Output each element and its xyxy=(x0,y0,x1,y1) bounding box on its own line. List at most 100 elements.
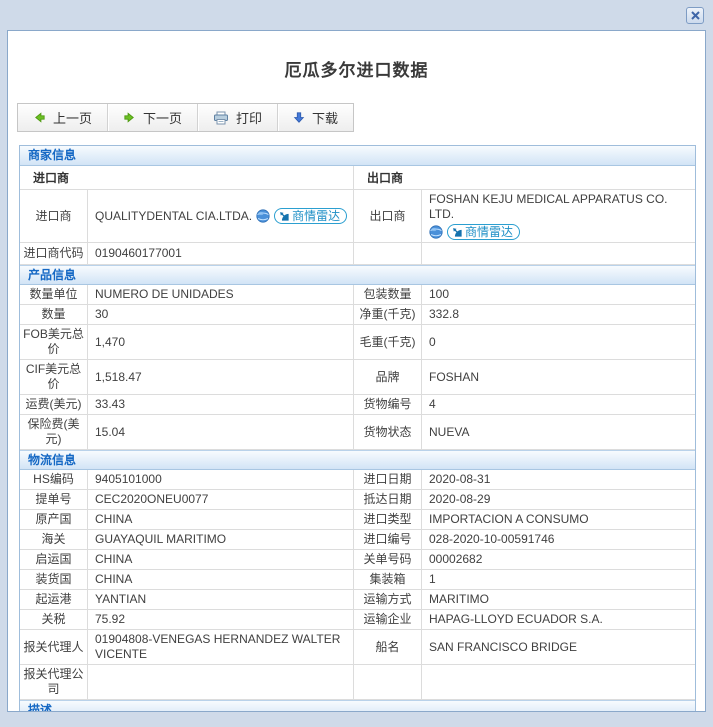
field-label: 提单号 xyxy=(20,490,88,509)
field-value: 1,518.47 xyxy=(88,360,354,394)
field-value: 028-2020-10-00591746 xyxy=(429,532,555,546)
field-label: 货物状态 xyxy=(354,415,422,449)
table-row: 提单号 CEC2020ONEU0077 抵达日期 2020-08-29 xyxy=(20,490,695,510)
field-label: 货物编号 xyxy=(354,395,422,414)
arrow-down-icon xyxy=(293,112,305,123)
field-value: 1,470 xyxy=(88,325,354,359)
field-value: CHINA xyxy=(88,510,354,529)
table-row: 保险费(美元) 15.04 货物状态 NUEVA xyxy=(20,415,695,450)
radar-badge[interactable]: 商情雷达 xyxy=(447,224,521,240)
table-row: FOB美元总价 1,470 毛重(千克) 0 xyxy=(20,325,695,360)
detail-table: 商家信息 进口商 出口商 进口商 QUALITYDENTAL CIA.LTDA. xyxy=(19,145,696,711)
field-label: 报关代理公司 xyxy=(20,665,88,699)
field-label: 品牌 xyxy=(354,360,422,394)
field-value: 00002682 xyxy=(429,552,483,566)
field-label: 进口商代码 xyxy=(20,243,88,264)
field-label: 集装箱 xyxy=(354,570,422,589)
field-label: 净重(千克) xyxy=(354,305,422,324)
field-label: 毛重(千克) xyxy=(354,325,422,359)
field-value: IMPORTACION A CONSUMO xyxy=(429,512,589,526)
close-icon xyxy=(690,11,700,20)
field-value: GUAYAQUIL MARITIMO xyxy=(88,530,354,549)
field-value: NUEVA xyxy=(429,424,470,439)
field-label xyxy=(354,243,422,264)
page-title: 厄瓜多尔进口数据 xyxy=(284,61,429,80)
field-value: 100 xyxy=(429,287,450,301)
section-header-logistics: 物流信息 xyxy=(20,450,695,470)
field-label: CIF美元总价 xyxy=(20,360,88,394)
globe-icon[interactable] xyxy=(256,209,270,223)
field-value: 4 xyxy=(429,397,436,411)
table-row: 海关 GUAYAQUIL MARITIMO 进口编号 028-2020-10-0… xyxy=(20,530,695,550)
field-value: 9405101000 xyxy=(88,470,354,489)
field-label: 运输企业 xyxy=(354,610,422,629)
dialog-panel: 厄瓜多尔进口数据 上一页 下一页 打印 下载 商家信息 进口商 出口商 进口商 … xyxy=(7,30,706,712)
table-row: 关税 75.92 运输企业 HAPAG-LLOYD ECUADOR S.A. xyxy=(20,610,695,630)
field-value: 2020-08-31 xyxy=(429,472,491,486)
table-row: 数量 30 净重(千克) 332.8 xyxy=(20,305,695,325)
field-label: FOB美元总价 xyxy=(20,325,88,359)
radar-icon xyxy=(453,227,462,237)
table-row-companies: 进口商 QUALITYDENTAL CIA.LTDA. 商情雷达 出口商 FOS… xyxy=(20,190,695,243)
field-value: 2020-08-29 xyxy=(429,492,491,506)
next-page-label: 下一页 xyxy=(143,111,183,126)
field-value: CHINA xyxy=(88,570,354,589)
prev-page-label: 上一页 xyxy=(53,111,93,126)
field-value: CEC2020ONEU0077 xyxy=(88,490,354,509)
field-value: 33.43 xyxy=(88,395,354,414)
field-label: 抵达日期 xyxy=(354,490,422,509)
field-label: 关税 xyxy=(20,610,88,629)
close-button[interactable] xyxy=(686,7,704,24)
field-label: 船名 xyxy=(354,630,422,664)
field-label: 报关代理人 xyxy=(20,630,88,664)
arrow-right-icon xyxy=(124,112,134,123)
globe-icon[interactable] xyxy=(429,225,443,239)
section-header-product: 产品信息 xyxy=(20,265,695,285)
toolbar: 上一页 下一页 打印 下载 xyxy=(17,103,355,132)
printer-icon xyxy=(214,111,229,124)
field-label: 包装数量 xyxy=(354,285,422,304)
field-label: 进口编号 xyxy=(354,530,422,549)
table-row: CIF美元总价 1,518.47 品牌 FOSHAN xyxy=(20,360,695,395)
table-row: 原产国 CHINA 进口类型 IMPORTACION A CONSUMO xyxy=(20,510,695,530)
exporter-name: FOSHAN KEJU MEDICAL APPARATUS CO. LTD. xyxy=(429,192,668,221)
print-button[interactable]: 打印 xyxy=(197,104,277,131)
table-row: 装货国 CHINA 集装箱 1 xyxy=(20,570,695,590)
merchant-group-header-row: 进口商 出口商 xyxy=(20,166,695,190)
print-label: 打印 xyxy=(236,111,263,126)
field-label: 运费(美元) xyxy=(20,395,88,414)
table-row: HS编码 9405101000 进口日期 2020-08-31 xyxy=(20,470,695,490)
field-value xyxy=(422,243,695,264)
field-value: 1 xyxy=(429,572,436,586)
importer-name: QUALITYDENTAL CIA.LTDA. xyxy=(95,208,253,223)
prev-page-button[interactable]: 上一页 xyxy=(18,104,107,131)
field-label: 保险费(美元) xyxy=(20,415,88,449)
field-value: 75.92 xyxy=(88,610,354,629)
field-value: CHINA xyxy=(88,550,354,569)
importer-value-cell: QUALITYDENTAL CIA.LTDA. 商情雷达 xyxy=(88,190,354,242)
field-label: 关单号码 xyxy=(354,550,422,569)
field-label xyxy=(354,665,422,699)
next-page-button[interactable]: 下一页 xyxy=(107,104,197,131)
field-value: HAPAG-LLOYD ECUADOR S.A. xyxy=(429,612,603,626)
radar-badge-label: 商情雷达 xyxy=(292,208,341,223)
field-value: 15.04 xyxy=(88,415,354,449)
field-label: 海关 xyxy=(20,530,88,549)
table-row: 进口商代码 0190460177001 xyxy=(20,243,695,265)
field-value xyxy=(88,665,354,699)
field-label: 进口类型 xyxy=(354,510,422,529)
field-value: 01904808-VENEGAS HERNANDEZ WALTER VICENT… xyxy=(88,630,354,664)
table-row: 数量单位 NUMERO DE UNIDADES 包装数量 100 xyxy=(20,285,695,305)
field-value: 332.8 xyxy=(429,307,460,321)
field-value: FOSHAN xyxy=(429,369,480,384)
field-value: YANTIAN xyxy=(88,590,354,609)
arrow-left-icon xyxy=(35,112,45,123)
radar-badge[interactable]: 商情雷达 xyxy=(274,208,348,224)
field-value: 0190460177001 xyxy=(88,243,354,264)
table-row: 报关代理人 01904808-VENEGAS HERNANDEZ WALTER … xyxy=(20,630,695,665)
field-label: 出口商 xyxy=(354,190,422,242)
field-label: 数量 xyxy=(20,305,88,324)
exporter-group-header: 出口商 xyxy=(367,171,404,185)
field-label: HS编码 xyxy=(20,470,88,489)
download-button[interactable]: 下载 xyxy=(277,104,353,131)
